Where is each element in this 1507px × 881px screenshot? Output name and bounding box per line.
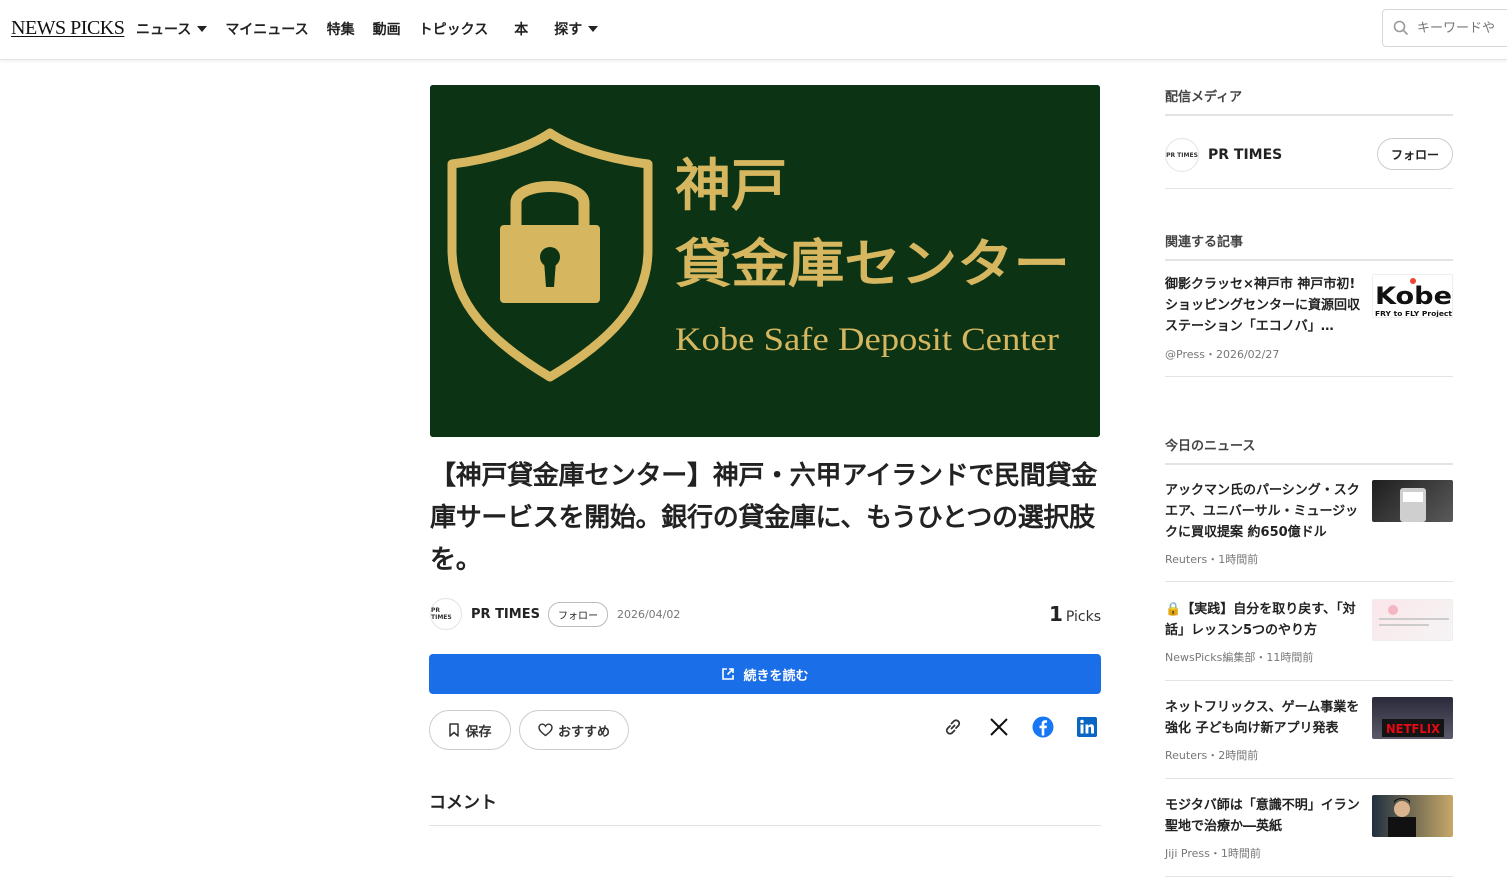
bookmark-icon bbox=[449, 723, 460, 737]
portrait-image bbox=[1388, 798, 1416, 837]
news-card-meta: NewsPicks編集部・11時間前 bbox=[1165, 651, 1314, 664]
divider bbox=[429, 825, 1101, 826]
article-title: 【神戸貸金庫センター】神戸・六甲アイランドで民間貸金庫サービスを開始。銀行の貸金… bbox=[430, 461, 1097, 575]
site-header: NEWS PICKS ニュース マイニュース 特集 動画 トピックス 本 探す bbox=[0, 0, 1507, 60]
nav-explore-label: 探す bbox=[554, 22, 583, 38]
news-card-meta: Reuters・2時間前 bbox=[1165, 749, 1259, 762]
hero-line2: 貸金庫センター bbox=[675, 234, 1070, 295]
nav-books[interactable]: 本 bbox=[514, 19, 528, 39]
news-card-thumbnail[interactable]: NETFLIX bbox=[1372, 697, 1453, 739]
publisher-name[interactable]: PR TIMES bbox=[471, 607, 540, 622]
today-news-heading: 今日のニュース bbox=[1165, 435, 1453, 465]
news-card-thumbnail[interactable] bbox=[1372, 795, 1453, 837]
follow-media-button[interactable]: フォロー bbox=[1376, 138, 1453, 170]
nav-features-label: 特集 bbox=[326, 22, 355, 38]
main-nav: ニュース マイニュース 特集 動画 トピックス 本 探す bbox=[136, 19, 616, 39]
article-meta: PR TIMES PR TIMES フォロー 2026/04/02 1 Pick… bbox=[430, 597, 1101, 631]
picks-counter[interactable]: 1 Picks bbox=[1049, 602, 1101, 626]
share-x-button[interactable] bbox=[987, 715, 1011, 739]
svg-text:Kobe: Kobe bbox=[1375, 282, 1452, 310]
publisher-logo[interactable]: PR TIMES bbox=[1165, 138, 1199, 172]
publish-date: 2026/04/02 bbox=[616, 607, 681, 621]
nav-news-label: ニュース bbox=[136, 22, 192, 38]
related-article-card[interactable]: 御影クラッセ×神戸市 神戸市初!ショッピングセンターに資源回収ステーション「エコ… bbox=[1165, 274, 1453, 377]
news-card[interactable]: 🔒【実践】自分を取り戻す、「対話」レッスン5つのやり方 NewsPicks編集部… bbox=[1165, 599, 1453, 681]
lock-icon: 🔒 bbox=[1165, 602, 1182, 617]
linkedin-icon bbox=[1077, 717, 1097, 737]
nav-topics-label: トピックス bbox=[418, 22, 489, 38]
copy-link-button[interactable] bbox=[941, 715, 965, 739]
news-card-title[interactable]: アックマン氏のパーシング・スクエア、ユニバーサル・ミュージックに買収提案 約65… bbox=[1165, 480, 1363, 543]
read-more-label: 続きを読む bbox=[743, 668, 809, 684]
news-card[interactable]: ネットフリックス、ゲーム事業を強化 子ども向け新アプリ発表 NETFLIX Re… bbox=[1165, 697, 1453, 779]
nav-books-label: 本 bbox=[514, 22, 529, 38]
nav-news[interactable]: ニュース bbox=[136, 19, 208, 39]
news-card-title[interactable]: 🔒【実践】自分を取り戻す、「対話」レッスン5つのやり方 bbox=[1165, 599, 1363, 641]
article-hero-image: 神戸 貸金庫センター Kobe Safe Deposit Center bbox=[430, 85, 1100, 437]
nav-videos-label: 動画 bbox=[372, 22, 401, 38]
news-card-meta: Reuters・1時間前 bbox=[1165, 553, 1259, 566]
related-article-thumbnail[interactable]: Kobe FRY to FLY Project bbox=[1372, 274, 1453, 318]
nav-videos[interactable]: 動画 bbox=[373, 19, 401, 39]
illustration-image bbox=[1379, 605, 1449, 626]
facebook-icon bbox=[1032, 716, 1054, 738]
netflix-image: NETFLIX bbox=[1382, 719, 1444, 737]
search-input[interactable] bbox=[1417, 20, 1507, 36]
follow-publisher-button[interactable]: フォロー bbox=[547, 601, 608, 627]
chevron-down-icon bbox=[588, 26, 599, 32]
related-article-title[interactable]: 御影クラッセ×神戸市 神戸市初!ショッピングセンターに資源回収ステーション「エコ… bbox=[1165, 274, 1363, 337]
news-card-title[interactable]: ネットフリックス、ゲーム事業を強化 子ども向け新アプリ発表 bbox=[1165, 697, 1363, 739]
nav-explore[interactable]: 探す bbox=[554, 19, 599, 39]
share-facebook-button[interactable] bbox=[1031, 715, 1055, 739]
picks-label: Picks bbox=[1065, 609, 1101, 625]
nav-my-news-label: マイニュース bbox=[225, 22, 309, 38]
media-publisher-name[interactable]: PR TIMES bbox=[1208, 147, 1282, 163]
kobe-logo-thumbnail: Kobe FRY to FLY Project bbox=[1375, 278, 1453, 318]
read-more-button[interactable]: 続きを読む bbox=[429, 654, 1101, 694]
hero-illustration: 神戸 貸金庫センター Kobe Safe Deposit Center bbox=[430, 85, 1100, 437]
nav-my-news[interactable]: マイニュース bbox=[225, 19, 308, 39]
save-button[interactable]: 保存 bbox=[429, 710, 511, 750]
picks-count: 1 bbox=[1048, 602, 1063, 626]
news-card-title-text: 【実践】自分を取り戻す、「対話」レッスン5つのやり方 bbox=[1165, 602, 1356, 638]
news-card-title[interactable]: モジタバ師は「意識不明」イラン聖地で治療か―英紙 bbox=[1165, 795, 1363, 837]
x-logo-icon bbox=[990, 718, 1008, 736]
news-card-thumbnail[interactable] bbox=[1372, 599, 1453, 641]
chevron-down-icon bbox=[197, 26, 208, 32]
heart-icon bbox=[538, 723, 553, 737]
svg-text:NETFLIX: NETFLIX bbox=[1386, 722, 1441, 736]
news-card-meta: Jiji Press・1時間前 bbox=[1165, 847, 1261, 860]
external-link-icon bbox=[722, 668, 735, 680]
share-linkedin-button[interactable] bbox=[1075, 715, 1099, 739]
nav-features[interactable]: 特集 bbox=[327, 19, 355, 39]
related-article-meta: @Press・2026/02/27 bbox=[1165, 348, 1280, 361]
related-section-heading: 関連する記事 bbox=[1165, 231, 1453, 261]
newspicks-logo[interactable]: NEWS PICKS bbox=[11, 17, 125, 40]
link-icon bbox=[945, 719, 961, 735]
publisher-logo[interactable]: PR TIMES bbox=[430, 598, 462, 630]
nav-topics[interactable]: トピックス bbox=[419, 19, 489, 39]
phone-image bbox=[1400, 488, 1426, 522]
search-box[interactable] bbox=[1382, 9, 1507, 47]
media-publisher-row: PR TIMES PR TIMES フォロー bbox=[1165, 138, 1453, 189]
news-card-thumbnail[interactable] bbox=[1372, 480, 1453, 522]
hero-line1: 神戸 bbox=[675, 153, 787, 219]
save-label: 保存 bbox=[465, 724, 492, 740]
search-icon bbox=[1393, 20, 1409, 36]
hero-line3: Kobe Safe Deposit Center bbox=[675, 322, 1059, 358]
svg-text:FRY to FLY Project: FRY to FLY Project bbox=[1375, 310, 1453, 318]
recommend-button[interactable]: おすすめ bbox=[519, 710, 629, 750]
comments-heading: コメント bbox=[429, 793, 497, 813]
media-section-heading: 配信メディア bbox=[1165, 86, 1453, 116]
news-card[interactable]: モジタバ師は「意識不明」イラン聖地で治療か―英紙 Jiji Press・1時間前 bbox=[1165, 795, 1453, 877]
news-card[interactable]: アックマン氏のパーシング・スクエア、ユニバーサル・ミュージックに買収提案 約65… bbox=[1165, 480, 1453, 582]
recommend-label: おすすめ bbox=[557, 724, 610, 740]
